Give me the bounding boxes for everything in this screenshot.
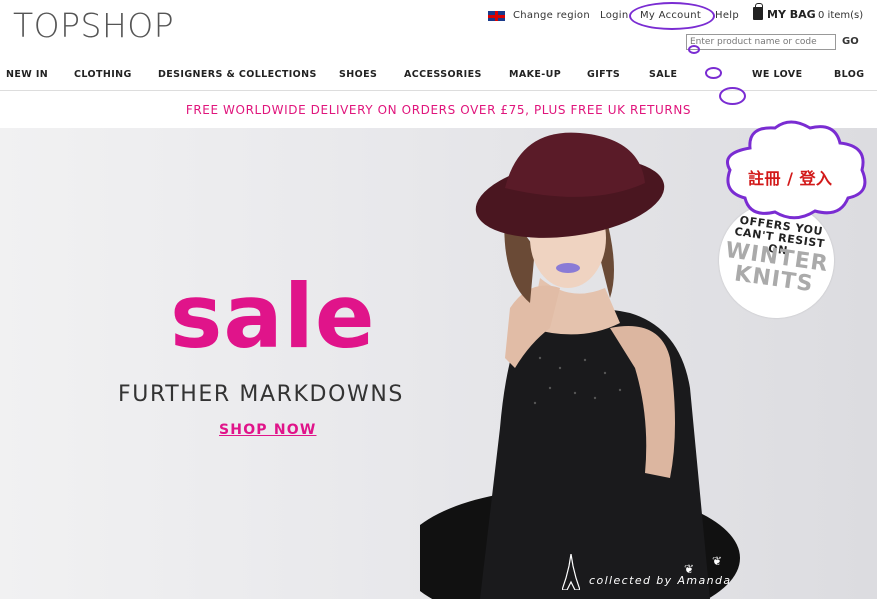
topshop-logo[interactable]: TOPSHOP (13, 6, 174, 45)
butterfly-icon: ❦ (712, 554, 723, 568)
nav-item-shoes[interactable]: SHOES (339, 69, 377, 80)
nav-item-accessories[interactable]: ACCESSORIES (404, 69, 482, 80)
nav-item-designers-collections[interactable]: DESIGNERS & COLLECTIONS (158, 69, 317, 80)
collected-by-watermark: collected by Amanda (589, 574, 732, 587)
search-go-button[interactable]: GO (842, 36, 859, 47)
annotation-oval-my-account (629, 2, 715, 30)
annotation-oval-small-3 (719, 87, 746, 105)
help-link[interactable]: Help (715, 10, 739, 21)
nav-item-sale[interactable]: SALE (649, 69, 677, 80)
product-search-input[interactable] (686, 34, 836, 50)
further-markdowns-subhead: FURTHER MARKDOWNS (118, 382, 404, 407)
nav-item-clothing[interactable]: CLOTHING (74, 69, 132, 80)
nav-item-gifts[interactable]: GIFTS (587, 69, 620, 80)
annotation-callout-text: 註冊 / 登入 (748, 169, 833, 188)
nav-item-make-up[interactable]: MAKE-UP (509, 69, 561, 80)
nav-item-we-love[interactable]: WE LOVE (752, 69, 802, 80)
login-link[interactable]: Login (600, 10, 628, 21)
shopping-bag-icon[interactable] (753, 3, 763, 20)
sale-headline: sale (170, 265, 376, 368)
nav-item-new-in[interactable]: NEW IN (6, 69, 48, 80)
annotation-oval-small-2 (705, 67, 722, 79)
nav-item-blog[interactable]: BLOG (834, 69, 864, 80)
change-region-link[interactable]: Change region (513, 10, 590, 21)
main-nav: NEW IN CLOTHING DESIGNERS & COLLECTIONS … (0, 60, 877, 91)
uk-flag-icon (488, 11, 505, 21)
shop-now-link[interactable]: SHOP NOW (219, 422, 317, 438)
eiffel-tower-icon (562, 554, 580, 590)
my-bag-link[interactable]: MY BAG (767, 8, 816, 21)
bag-item-count: 0 item(s) (818, 10, 864, 21)
annotation-oval-small-1 (688, 45, 700, 54)
